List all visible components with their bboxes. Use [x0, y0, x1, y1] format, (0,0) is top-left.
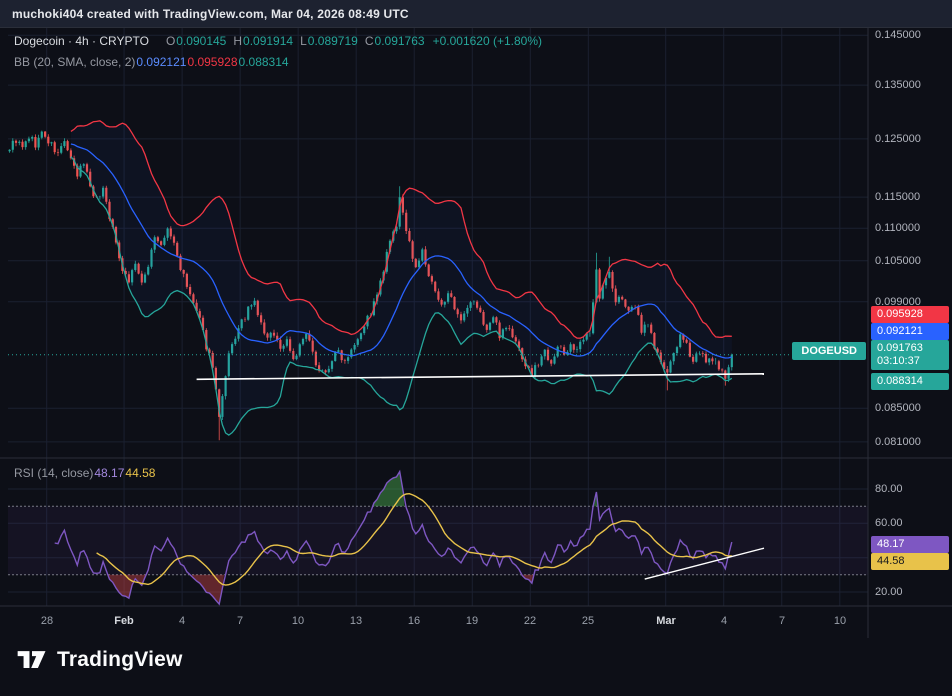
time-tick: 4 — [721, 615, 727, 627]
time-tick: 16 — [408, 615, 420, 627]
bb-basis-price-label: 0.092121 — [871, 323, 949, 340]
price-tick: 0.125000 — [875, 133, 921, 145]
tradingview-logo[interactable]: TradingView — [16, 646, 183, 673]
price-tick: 0.115000 — [875, 191, 920, 203]
time-tick: 4 — [179, 615, 185, 627]
rsi-tick: 20.00 — [875, 586, 903, 598]
price-tick: 0.110000 — [875, 222, 920, 234]
price-tick: 0.085000 — [875, 402, 921, 414]
time-tick: Mar — [656, 615, 676, 627]
time-tick: 28 — [41, 615, 53, 627]
time-tick: 19 — [466, 615, 478, 627]
rsi-value: 48.17 — [94, 466, 124, 480]
bb-upper-price-label: 0.095928 — [871, 306, 949, 323]
ohlc-low-label: L — [300, 34, 307, 48]
ohlc-change-value: +0.001620 (+1.80%) — [433, 34, 542, 48]
rsi-tick: 60.00 — [875, 517, 903, 529]
price-tick: 0.081000 — [875, 436, 921, 448]
time-tick: 22 — [524, 615, 536, 627]
symbol-price-tag: DOGEUSD — [792, 342, 866, 360]
tradingview-chart-page: muchoki404 created with TradingView.com,… — [0, 0, 952, 696]
last-price-countdown-label: 0.091763 03:10:37 — [871, 340, 949, 370]
tradingview-logo-text: TradingView — [57, 648, 183, 672]
attribution-bar: muchoki404 created with TradingView.com,… — [0, 0, 952, 28]
bb-upper-value: 0.095928 — [187, 55, 237, 69]
symbol-legend[interactable]: Dogecoin · 4h · CRYPTO O 0.090145 H 0.09… — [14, 34, 542, 48]
bar-countdown: 03:10:37 — [877, 355, 943, 368]
ohlc-close-label: C — [365, 34, 374, 48]
bb-basis-value: 0.092121 — [136, 55, 186, 69]
ohlc-high-label: H — [233, 34, 242, 48]
rsi-indicator-title[interactable]: RSI (14, close) — [14, 466, 93, 480]
time-tick: Feb — [114, 615, 134, 627]
tradingview-logo-icon — [16, 646, 48, 673]
rsi-ma-value: 44.58 — [125, 466, 155, 480]
rsi-tick: 80.00 — [875, 483, 903, 495]
ohlc-open-value: 0.090145 — [176, 34, 226, 48]
time-tick: 7 — [779, 615, 785, 627]
price-tick: 0.135000 — [875, 79, 921, 91]
ohlc-open-label: O — [166, 34, 175, 48]
bb-lower-price-label: 0.088314 — [871, 373, 949, 390]
bb-indicator-title[interactable]: BB (20, SMA, close, 2) — [14, 55, 135, 69]
time-tick: 25 — [582, 615, 594, 627]
ohlc-close-value: 0.091763 — [375, 34, 425, 48]
price-tick: 0.105000 — [875, 255, 921, 267]
price-tick: 0.145000 — [875, 29, 921, 41]
ohlc-low-value: 0.089719 — [308, 34, 358, 48]
bb-lower-value: 0.088314 — [239, 55, 289, 69]
rsi-indicator-legend[interactable]: RSI (14, close) 48.17 44.58 — [14, 466, 155, 480]
time-tick: 7 — [237, 615, 243, 627]
attribution-text: muchoki404 created with TradingView.com,… — [12, 7, 409, 21]
time-axis[interactable]: 28 Feb 4 7 10 13 16 19 22 25 Mar 4 7 10 — [0, 606, 868, 638]
ohlc-high-value: 0.091914 — [243, 34, 293, 48]
rsi-ma-axis-label: 44.58 — [871, 553, 949, 570]
symbol-title[interactable]: Dogecoin · 4h · CRYPTO — [14, 34, 149, 48]
time-tick: 10 — [834, 615, 846, 627]
rsi-axis-label: 48.17 — [871, 536, 949, 553]
last-price-value: 0.091763 — [877, 342, 943, 355]
time-tick: 10 — [292, 615, 304, 627]
time-tick: 13 — [350, 615, 362, 627]
bb-indicator-legend[interactable]: BB (20, SMA, close, 2) 0.092121 0.095928… — [14, 55, 289, 69]
